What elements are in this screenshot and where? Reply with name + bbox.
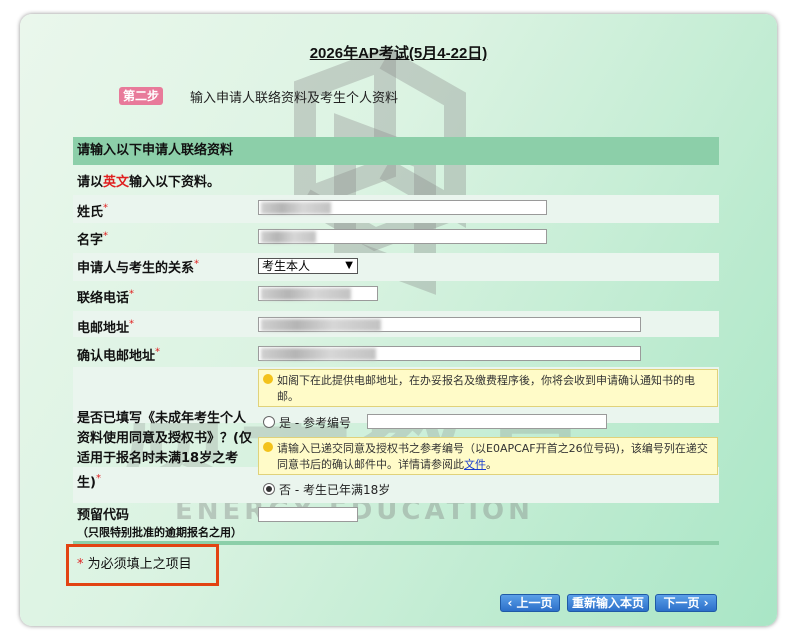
reserve-code-label: 预留代码 [77, 508, 130, 523]
consent-label: 是否已填写《未成年考生个人资料使用同意及授权书》？(仅适用于报名时未满18岁之考… [77, 411, 252, 491]
phone-blurred-value [261, 288, 351, 300]
reserve-code-note: （只限特别批准的逾期报名之用） [77, 526, 242, 539]
given-name-label: 名字* [77, 230, 109, 248]
form-header: 请输入以下申请人联络资料 [73, 137, 719, 165]
relation-label: 申请人与考生的关系* [77, 258, 200, 276]
lightbulb-icon [263, 374, 273, 384]
consent-yes-option[interactable]: 是 - 参考编号 [263, 414, 351, 431]
email-label: 电邮地址* [77, 318, 135, 336]
relation-select[interactable]: 考生本人 ▼ [258, 258, 358, 274]
consent-yes-radio[interactable] [263, 416, 275, 428]
email-tip: 如阁下在此提供电邮地址，在办妥报名及缴费程序後，你将会收到申请确认通知书的电邮。 [258, 369, 718, 407]
chevron-down-icon: ▼ [345, 260, 353, 271]
step-description: 输入申请人联络资料及考生个人资料 [190, 91, 399, 106]
main-panel: 质子教育 ENERGY EDUCATION 2026年AP考试(5月4-22日)… [20, 14, 777, 626]
reset-button[interactable]: 重新输入本页 [567, 594, 649, 612]
surname-label: 姓氏* [77, 202, 109, 220]
consent-tip: 请输入已递交同意及授权书之参考编号（以E0APCAF开首之26位号码)，该编号列… [258, 437, 718, 475]
form-intro: 请以英文输入以下资料。 [77, 175, 221, 190]
prev-button[interactable]: ‹ 上一页 [500, 594, 560, 612]
consent-reference-input[interactable] [367, 414, 607, 429]
email-confirm-blurred-value [261, 348, 376, 360]
email-blurred-value [261, 319, 381, 331]
required-note: * 为必须填上之项目 [66, 544, 219, 586]
page-title: 2026年AP考试(5月4-22日) [309, 45, 488, 62]
phone-label: 联络电话* [77, 288, 135, 306]
consent-doc-link[interactable]: 文件 [464, 458, 486, 471]
consent-no-option[interactable]: 否 - 考生已年满18岁 [263, 481, 390, 498]
given-name-blurred-value [261, 231, 316, 243]
next-button[interactable]: 下一页 › [655, 594, 717, 612]
consent-no-radio[interactable] [263, 483, 275, 495]
contact-form: 请输入以下申请人联络资料 请以英文输入以下资料。 姓氏* 名字* 申请人与考生的… [73, 137, 719, 545]
surname-blurred-value [261, 202, 331, 214]
lightbulb-icon [263, 442, 273, 452]
step-badge: 第二步 [119, 87, 163, 105]
email-confirm-label: 确认电邮地址* [77, 346, 161, 364]
reserve-code-input[interactable] [258, 507, 358, 522]
